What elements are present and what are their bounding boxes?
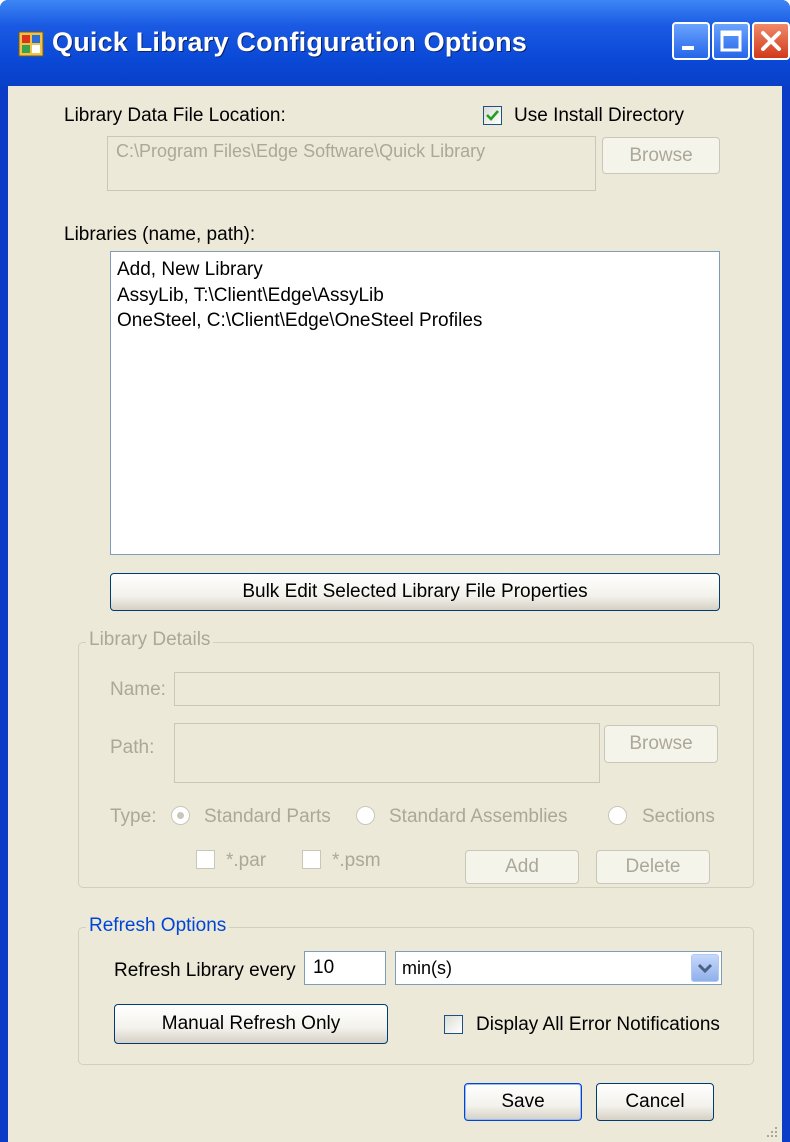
radio-selected-dot bbox=[177, 812, 184, 819]
dropdown-button[interactable] bbox=[691, 954, 719, 982]
list-item[interactable]: AssyLib, T:\Client\Edge\AssyLib bbox=[117, 285, 384, 307]
radio-standard-parts[interactable] bbox=[171, 806, 190, 825]
psm-checkbox[interactable] bbox=[302, 850, 321, 869]
path-field[interactable] bbox=[174, 723, 600, 783]
par-label: *.par bbox=[226, 850, 267, 871]
refresh-options-legend: Refresh Options bbox=[86, 915, 230, 937]
window-title: Quick Library Configuration Options bbox=[52, 27, 528, 57]
display-errors-checkbox[interactable] bbox=[444, 1015, 463, 1034]
libraries-list[interactable]: Add, New Library AssyLib, T:\Client\Edge… bbox=[110, 251, 720, 555]
refresh-interval-input[interactable]: 10 bbox=[304, 951, 386, 985]
path-label: Path: bbox=[110, 737, 155, 758]
save-button[interactable]: Save bbox=[464, 1083, 582, 1121]
data-file-browse-button[interactable]: Browse bbox=[602, 137, 720, 174]
use-install-directory-checkbox[interactable] bbox=[483, 106, 502, 125]
radio-standard-assemblies-label: Standard Assemblies bbox=[389, 806, 568, 827]
list-item[interactable]: OneSteel, C:\Client\Edge\OneSteel Profil… bbox=[117, 310, 482, 332]
radio-standard-assemblies[interactable] bbox=[356, 806, 375, 825]
close-button[interactable] bbox=[752, 22, 790, 60]
name-label: Name: bbox=[110, 679, 166, 700]
refresh-unit-select[interactable]: min(s) bbox=[395, 951, 722, 985]
use-install-directory-label: Use Install Directory bbox=[514, 105, 684, 126]
data-file-path-field[interactable]: C:\Program Files\Edge Software\Quick Lib… bbox=[107, 136, 596, 191]
display-errors-label: Display All Error Notifications bbox=[476, 1014, 720, 1035]
resize-grip-icon[interactable] bbox=[765, 1125, 779, 1139]
radio-standard-parts-label: Standard Parts bbox=[204, 806, 331, 827]
name-field[interactable] bbox=[174, 672, 720, 706]
type-label: Type: bbox=[110, 806, 157, 827]
refresh-interval-value: 10 bbox=[313, 957, 335, 978]
dialog-body: Library Data File Location: Use Install … bbox=[8, 86, 782, 1142]
list-item[interactable]: Add, New Library bbox=[117, 259, 263, 281]
cancel-button[interactable]: Cancel bbox=[596, 1083, 714, 1121]
radio-sections[interactable] bbox=[608, 806, 627, 825]
data-file-path-value: C:\Program Files\Edge Software\Quick Lib… bbox=[116, 141, 486, 161]
refresh-options-group bbox=[78, 927, 754, 1065]
bulk-edit-button[interactable]: Bulk Edit Selected Library File Properti… bbox=[110, 573, 720, 611]
dialog-window: Quick Library Configuration Options Libr… bbox=[0, 0, 790, 1142]
refresh-unit-value: min(s) bbox=[402, 958, 452, 978]
libraries-label: Libraries (name, path): bbox=[64, 224, 256, 245]
checkmark-icon bbox=[486, 110, 499, 121]
minimize-icon bbox=[682, 46, 694, 50]
manual-refresh-button[interactable]: Manual Refresh Only bbox=[114, 1004, 388, 1044]
path-browse-button[interactable]: Browse bbox=[604, 725, 718, 763]
library-details-legend: Library Details bbox=[86, 629, 214, 651]
dropdown-arrow-icon bbox=[697, 963, 713, 974]
maximize-button[interactable] bbox=[712, 22, 750, 60]
delete-button[interactable]: Delete bbox=[596, 850, 710, 884]
maximize-icon bbox=[720, 30, 742, 52]
par-checkbox[interactable] bbox=[196, 850, 215, 869]
app-icon bbox=[18, 31, 44, 57]
data-file-location-label: Library Data File Location: bbox=[64, 105, 286, 126]
add-button[interactable]: Add bbox=[465, 850, 579, 884]
title-bar[interactable]: Quick Library Configuration Options bbox=[0, 0, 790, 86]
psm-label: *.psm bbox=[332, 850, 381, 871]
minimize-button[interactable] bbox=[672, 22, 710, 60]
close-icon bbox=[761, 31, 781, 51]
refresh-every-label: Refresh Library every bbox=[114, 960, 296, 981]
radio-sections-label: Sections bbox=[642, 806, 715, 827]
